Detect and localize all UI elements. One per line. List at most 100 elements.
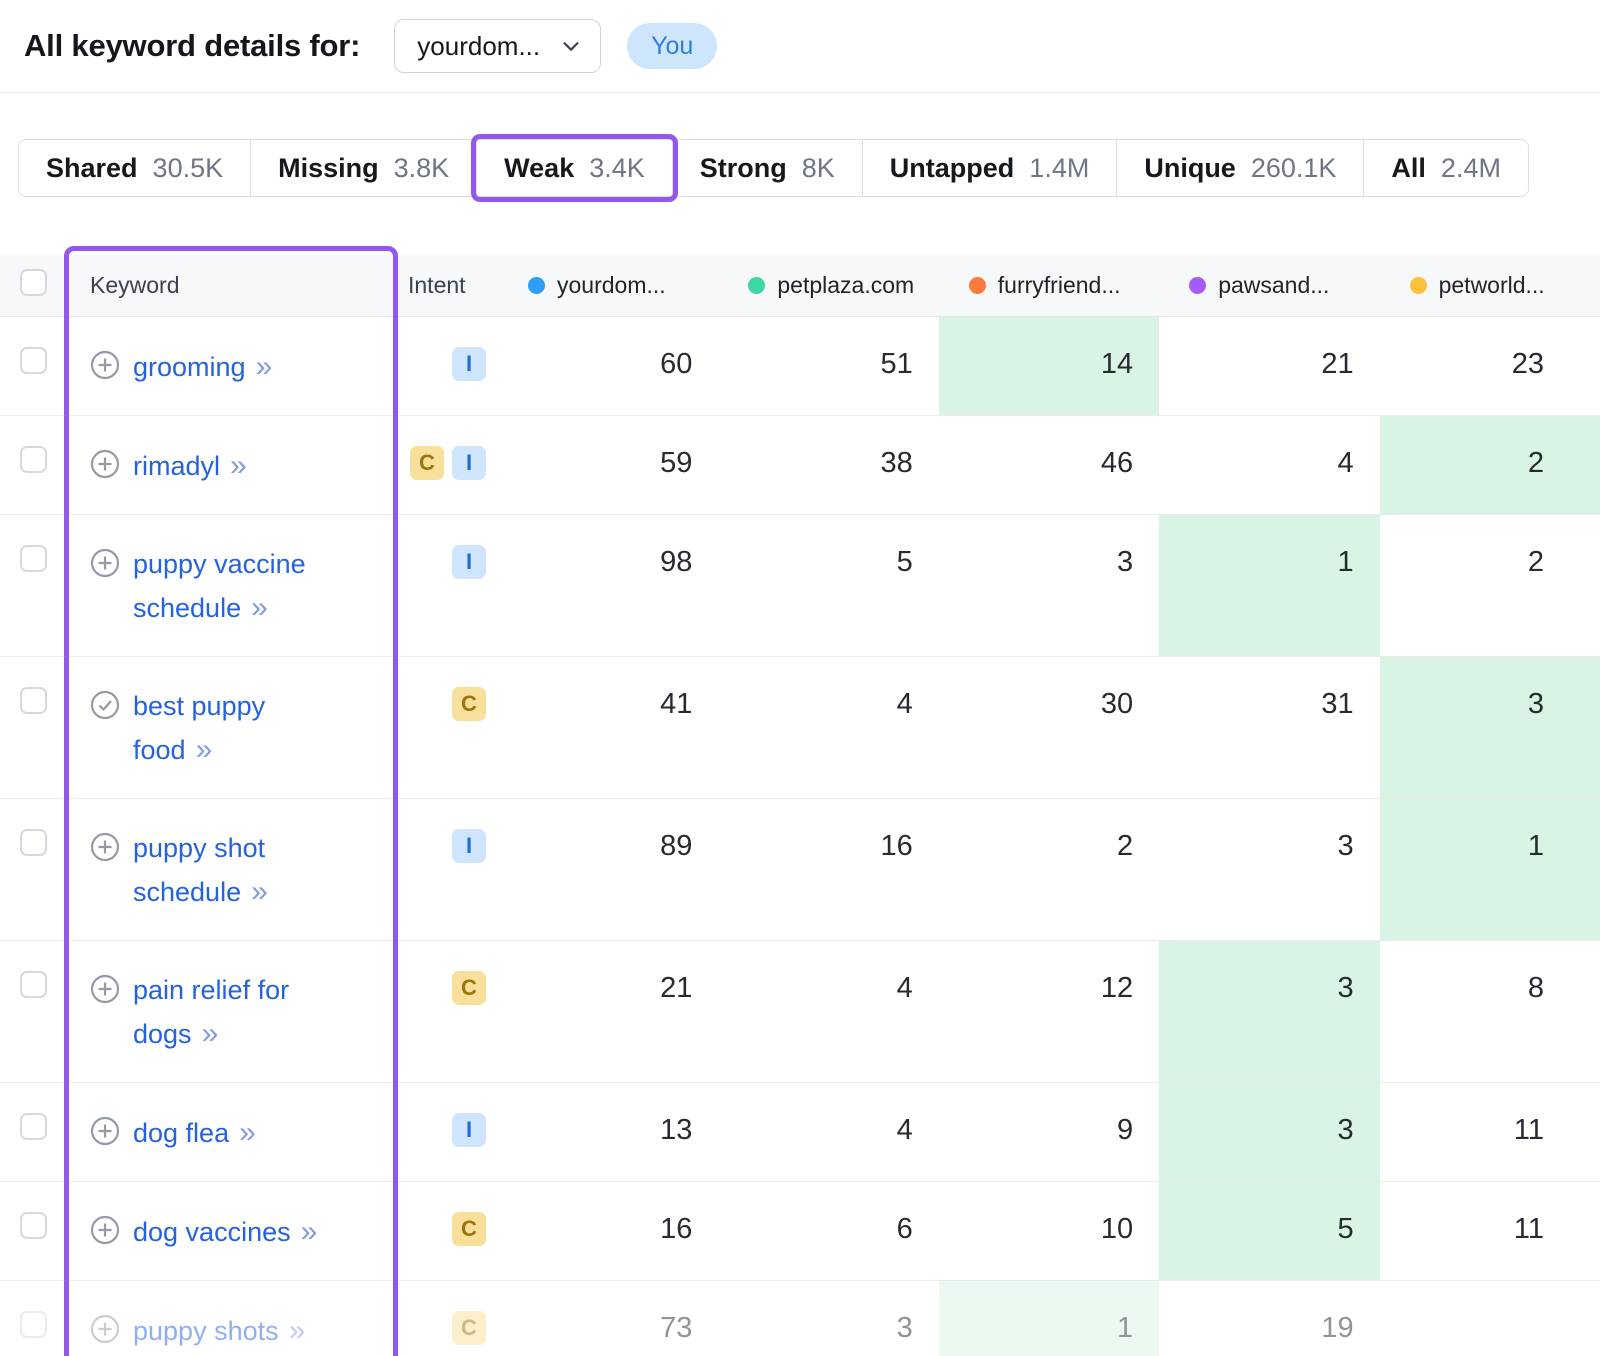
domain-dot-icon — [969, 277, 986, 294]
double-chevron-icon[interactable]: » — [196, 733, 211, 766]
add-circle-icon[interactable] — [90, 974, 120, 1004]
domain-selector[interactable]: yourdom... — [394, 19, 601, 73]
keyword-text: puppy shots — [133, 1316, 279, 1346]
position-value: 3 — [1380, 657, 1600, 798]
double-chevron-icon[interactable]: » — [289, 1314, 304, 1347]
position-value: 19 — [1159, 1281, 1379, 1356]
tab-count: 2.4M — [1441, 153, 1501, 184]
tab-shared[interactable]: Shared30.5K — [18, 139, 251, 197]
keyword-table: Keyword Intent yourdom...petplaza.comfur… — [0, 255, 1600, 1356]
double-chevron-icon[interactable]: » — [239, 1116, 254, 1149]
keyword-cell: puppy vaccine schedule» — [68, 515, 398, 656]
keyword-link[interactable]: dog flea» — [133, 1111, 254, 1155]
row-checkbox[interactable] — [20, 1212, 47, 1239]
domain-label: petworld... — [1439, 272, 1545, 299]
tab-count: 260.1K — [1251, 153, 1337, 184]
keyword-link[interactable]: puppy shot schedule» — [133, 827, 331, 914]
tab-label: Unique — [1144, 153, 1236, 184]
keyword-link[interactable]: rimadyl» — [133, 444, 245, 488]
you-badge: You — [627, 23, 717, 69]
table-row: grooming»I6051142123 — [0, 317, 1600, 416]
double-chevron-icon[interactable]: » — [251, 875, 266, 908]
add-circle-icon[interactable] — [90, 350, 120, 380]
position-value: 14 — [939, 317, 1159, 415]
keyword-link[interactable]: best puppy food» — [133, 685, 331, 772]
keyword-gap-page: All keyword details for: yourdom... You … — [0, 0, 1600, 1356]
domain-label: petplaza.com — [777, 272, 914, 299]
domain-column-header: yourdom... — [498, 272, 718, 299]
intent-cell: C — [398, 1281, 498, 1356]
row-select-cell — [0, 799, 68, 940]
keyword-link[interactable]: dog vaccines» — [133, 1210, 315, 1254]
add-circle-icon[interactable] — [90, 832, 120, 862]
position-value: 6 — [718, 1182, 938, 1280]
domain-dot-icon — [748, 277, 765, 294]
row-checkbox[interactable] — [20, 1113, 47, 1140]
tab-label: Weak — [504, 153, 574, 184]
table-header: Keyword Intent yourdom...petplaza.comfur… — [0, 255, 1600, 317]
row-select-cell — [0, 317, 68, 415]
row-checkbox[interactable] — [20, 1311, 47, 1338]
intent-cell: I — [398, 799, 498, 940]
row-checkbox[interactable] — [20, 446, 47, 473]
add-circle-icon[interactable] — [90, 1314, 120, 1344]
position-value: 31 — [1159, 657, 1379, 798]
position-value: 13 — [498, 1083, 718, 1181]
intent-cell: I — [398, 317, 498, 415]
position-value: 98 — [498, 515, 718, 656]
tab-weak[interactable]: Weak3.4K — [476, 139, 673, 197]
position-value: 89 — [498, 799, 718, 940]
tab-count: 8K — [802, 153, 835, 184]
domain-column-header: petworld... — [1380, 272, 1600, 299]
tab-missing[interactable]: Missing3.8K — [250, 139, 477, 197]
add-circle-icon[interactable] — [90, 1215, 120, 1245]
add-circle-icon[interactable] — [90, 449, 120, 479]
row-checkbox[interactable] — [20, 687, 47, 714]
keyword-cell: puppy shot schedule» — [68, 799, 398, 940]
double-chevron-icon[interactable]: » — [256, 350, 271, 383]
double-chevron-icon[interactable]: » — [301, 1215, 316, 1248]
position-value: 3 — [939, 515, 1159, 656]
keyword-text: puppy vaccine schedule — [133, 549, 306, 623]
keyword-cell: dog flea» — [68, 1083, 398, 1181]
domain-dot-icon — [1189, 277, 1206, 294]
page-title: All keyword details for: — [24, 28, 360, 64]
tab-unique[interactable]: Unique 260.1K — [1116, 139, 1364, 197]
position-value: 9 — [939, 1083, 1159, 1181]
keyword-link[interactable]: pain relief for dogs» — [133, 969, 331, 1056]
row-checkbox[interactable] — [20, 971, 47, 998]
tab-untapped[interactable]: Untapped1.4M — [862, 139, 1118, 197]
position-value: 4 — [718, 941, 938, 1082]
tab-strong[interactable]: Strong8K — [672, 139, 863, 197]
position-value: 11 — [1380, 1083, 1600, 1181]
position-value: 21 — [1159, 317, 1379, 415]
position-value: 8 — [1380, 941, 1600, 1082]
double-chevron-icon[interactable]: » — [230, 449, 245, 482]
position-value: 16 — [498, 1182, 718, 1280]
domain-dot-icon — [528, 277, 545, 294]
tab-all[interactable]: All2.4M — [1363, 139, 1529, 197]
domain-label: furryfriend... — [998, 272, 1121, 299]
position-value: 51 — [718, 317, 938, 415]
add-circle-icon[interactable] — [90, 548, 120, 578]
row-checkbox[interactable] — [20, 829, 47, 856]
keyword-link[interactable]: puppy vaccine schedule» — [133, 543, 331, 630]
position-value: 38 — [718, 416, 938, 514]
check-circle-icon[interactable] — [90, 690, 120, 720]
table-row: pain relief for dogs»C2141238 — [0, 941, 1600, 1083]
double-chevron-icon[interactable]: » — [251, 591, 266, 624]
position-value: 30 — [939, 657, 1159, 798]
keyword-link[interactable]: puppy shots » — [133, 1309, 303, 1353]
row-checkbox[interactable] — [20, 347, 47, 374]
row-checkbox[interactable] — [20, 545, 47, 572]
keyword-text: puppy shot schedule — [133, 833, 265, 907]
position-value: 4 — [1159, 416, 1379, 514]
select-all-checkbox[interactable] — [20, 269, 47, 296]
position-value — [1380, 1281, 1600, 1356]
keyword-link[interactable]: grooming » — [133, 345, 270, 389]
double-chevron-icon[interactable]: » — [202, 1017, 217, 1050]
keyword-text: grooming — [133, 352, 246, 382]
add-circle-icon[interactable] — [90, 1116, 120, 1146]
position-value: 2 — [1380, 416, 1600, 514]
table-row: puppy shots»C733119 — [0, 1281, 1600, 1356]
